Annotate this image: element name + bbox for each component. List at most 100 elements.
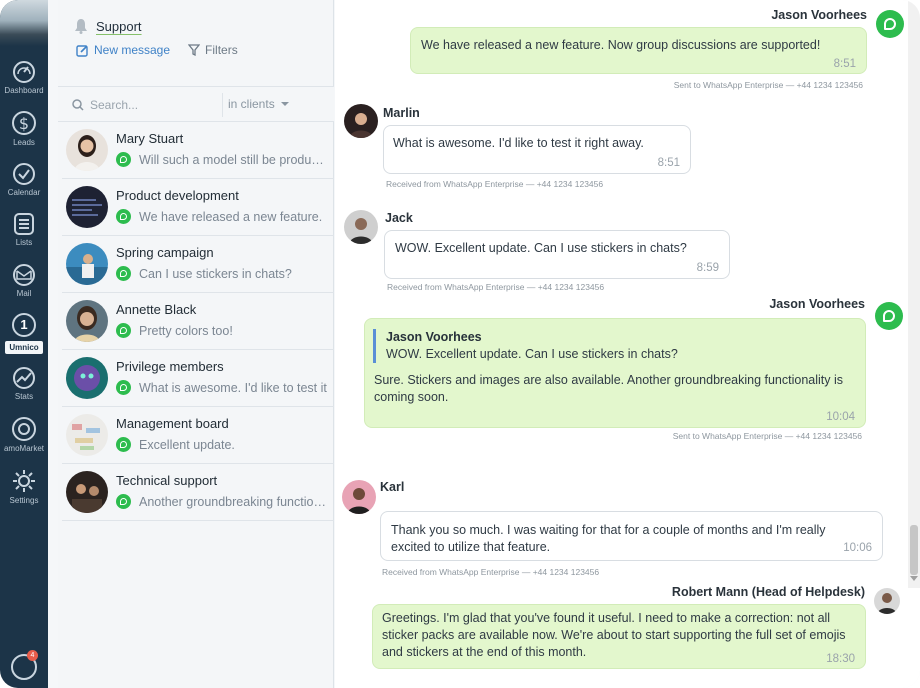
whatsapp-icon [116, 152, 131, 167]
avatar [344, 210, 378, 244]
check-icon [13, 163, 35, 185]
nav-label: Stats [14, 392, 34, 401]
quoted-message[interactable]: Jason Voorhees WOW. Excellent update. Ca… [373, 329, 678, 363]
message-time: 8:59 [696, 262, 719, 274]
sidebar-header: Support [74, 17, 142, 35]
conversation-item[interactable]: Spring campaign Can I use stickers in ch… [62, 236, 334, 293]
bell-icon [75, 19, 87, 34]
market-icon [12, 417, 36, 441]
conversation-name: Spring campaign [116, 245, 214, 260]
message-text: Greetings. I'm glad that you've found it… [382, 611, 846, 659]
scroll-down-arrow[interactable] [910, 576, 918, 581]
conversation-item[interactable]: Technical support Another groundbreaking… [62, 464, 334, 521]
notification-badge: 4 [27, 650, 38, 661]
nav-item-calendar[interactable]: Calendar [0, 162, 48, 197]
chat-thread: Jason Voorhees We have released a new fe… [335, 0, 920, 688]
nav-item-settings[interactable]: Settings [0, 468, 48, 505]
conversation-name: Mary Stuart [116, 131, 184, 146]
conversation-preview: Will such a model still be produced? [139, 152, 330, 167]
conversation-item[interactable]: Management board Excellent update. [62, 407, 334, 464]
filters-button[interactable]: Filters [188, 43, 238, 57]
search-bar: in clients [58, 86, 334, 122]
conversation-preview: We have released a new feature. [139, 209, 323, 224]
whatsapp-icon [116, 437, 131, 452]
new-message-label: New message [94, 43, 171, 57]
conversation-item[interactable]: Product development We have released a n… [62, 179, 334, 236]
nav-label: Leads [13, 138, 35, 147]
conversation-name: Technical support [116, 473, 218, 488]
conversation-list: Mary Stuart Will such a model still be p… [62, 122, 334, 521]
conversation-preview: Pretty colors too! [139, 323, 233, 338]
new-message-button[interactable]: New message [76, 43, 170, 57]
whatsapp-icon [116, 266, 131, 281]
nav-item-stats[interactable]: Stats [0, 366, 48, 401]
search-field[interactable] [72, 96, 222, 114]
nav-item-leads[interactable]: $ Leads [0, 110, 48, 147]
account-banner[interactable] [0, 0, 48, 46]
dollar-icon: $ [12, 111, 36, 135]
message-sender: Jason Voorhees [771, 8, 867, 22]
nav-item-lists[interactable]: Lists [0, 212, 48, 247]
conversation-sidebar: Support New message Filters in clients [58, 0, 334, 688]
message-bubble-incoming[interactable]: WOW. Excellent update. Can I use sticker… [384, 230, 730, 279]
search-icon [72, 99, 84, 111]
message-bubble-outgoing[interactable]: Jason Voorhees WOW. Excellent update. Ca… [364, 318, 866, 428]
search-input[interactable] [90, 98, 210, 112]
filter-icon [188, 44, 201, 56]
message-time: 18:30 [826, 653, 855, 665]
conversation-item[interactable]: Annette Black Pretty colors too! [62, 293, 334, 350]
scrollbar-track[interactable] [908, 0, 920, 588]
nav-item-dashboard[interactable]: Dashboard [0, 60, 48, 95]
avatar [66, 186, 108, 228]
whatsapp-icon [116, 380, 131, 395]
message-bubble-incoming[interactable]: What is awesome. I'd like to test it rig… [383, 125, 691, 174]
message-meta: Received from WhatsApp Enterprise — +44 … [387, 282, 605, 292]
conversation-name: Annette Black [116, 302, 197, 317]
gear-icon [13, 470, 35, 492]
message-bubble-outgoing[interactable]: Greetings. I'm glad that you've found it… [372, 604, 866, 669]
mail-icon [13, 264, 35, 286]
avatar [66, 243, 108, 285]
message-text: Thank you so much. I was waiting for tha… [391, 523, 826, 554]
message-time: 8:51 [657, 157, 680, 169]
conversation-preview: Another groundbreaking functionality [139, 494, 330, 509]
list-icon [14, 213, 34, 235]
scrollbar-thumb[interactable] [910, 525, 918, 575]
message-meta: Received from WhatsApp Enterprise — +44 … [386, 179, 604, 189]
nav-item-amomarket[interactable]: amoMarket [0, 416, 48, 453]
message-text: WOW. Excellent update. Can I use sticker… [395, 241, 687, 255]
search-scope-dropdown[interactable]: in clients [228, 97, 289, 111]
message-time: 10:06 [843, 542, 872, 554]
message-bubble-outgoing[interactable]: We have released a new feature. Now grou… [410, 27, 867, 74]
nav-label: Dashboard [4, 86, 44, 95]
message-sender: Jack [385, 211, 413, 225]
nav-item-mail[interactable]: Mail [0, 263, 48, 298]
whatsapp-icon [876, 10, 904, 38]
svg-text:$: $ [19, 114, 29, 133]
message-sender: Karl [380, 480, 405, 494]
inbox-title[interactable]: Support [96, 19, 142, 34]
message-bubble-incoming[interactable]: Thank you so much. I was waiting for tha… [380, 511, 883, 561]
avatar [66, 471, 108, 513]
avatar [66, 300, 108, 342]
nav-label: Calendar [7, 188, 41, 197]
filters-label: Filters [205, 43, 238, 57]
stats-icon [13, 367, 35, 389]
compose-icon [76, 44, 88, 57]
conversation-item[interactable]: Mary Stuart Will such a model still be p… [62, 122, 334, 179]
quoted-text: WOW. Excellent update. Can I use sticker… [386, 347, 678, 361]
conversation-item[interactable]: Privilege members What is awesome. I'd l… [62, 350, 334, 407]
message-time: 10:04 [826, 411, 855, 423]
dashboard-icon [13, 61, 35, 83]
message-meta: Received from WhatsApp Enterprise — +44 … [382, 567, 600, 577]
app-window: Dashboard $ Leads Calendar Lists Mail 1 … [0, 0, 920, 688]
message-text: What is awesome. I'd like to test it rig… [393, 136, 644, 150]
message-text: We have released a new feature. Now grou… [421, 38, 821, 52]
whatsapp-icon [116, 494, 131, 509]
message-time: 8:51 [833, 58, 856, 70]
whatsapp-icon [116, 323, 131, 338]
conversation-name: Management board [116, 416, 229, 431]
message-sender: Jason Voorhees [769, 297, 865, 311]
nav-item-umnico[interactable]: 1 Umnico [0, 313, 48, 355]
whatsapp-icon [116, 209, 131, 224]
